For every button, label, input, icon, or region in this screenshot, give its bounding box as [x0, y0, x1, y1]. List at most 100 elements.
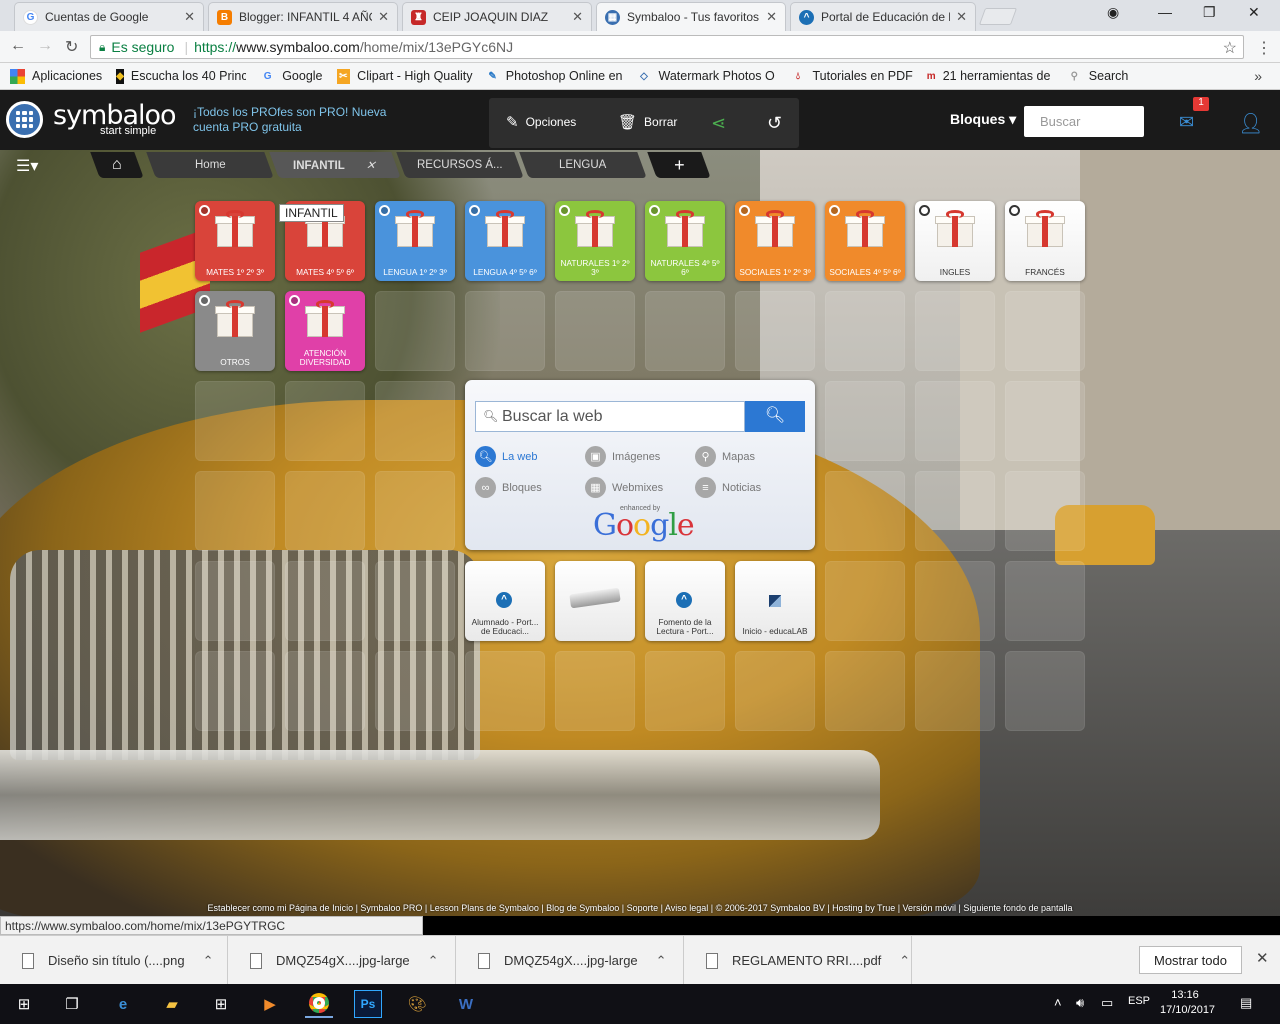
- chevron-up-icon[interactable]: ⌃: [203, 953, 214, 969]
- option-webmixes[interactable]: ▦ Webmixes: [585, 477, 663, 498]
- empty-tile-slot[interactable]: [645, 651, 725, 731]
- empty-tile-slot[interactable]: [285, 561, 365, 641]
- chrome-icon[interactable]: [305, 990, 333, 1018]
- profile-icon[interactable]: ◉: [1107, 4, 1119, 21]
- bookmark-los40[interactable]: ◆ Escucha los 40 Princip: [116, 68, 246, 84]
- tile-fomento-lectura[interactable]: ^ Fomento de la Lectura - Port...: [645, 561, 725, 641]
- empty-tile-slot[interactable]: [1005, 561, 1085, 641]
- delete-button[interactable]: 🗑︎ Borrar: [618, 113, 677, 131]
- empty-tile-slot[interactable]: [285, 471, 365, 551]
- forward-icon[interactable]: →: [37, 37, 53, 55]
- bookmark-google[interactable]: G Google: [260, 69, 323, 84]
- minimize-icon[interactable]: —: [1158, 4, 1172, 20]
- empty-tile-slot[interactable]: [915, 291, 995, 371]
- empty-tile-slot[interactable]: [1005, 651, 1085, 731]
- empty-tile-slot[interactable]: [915, 651, 995, 731]
- option-noticias[interactable]: ≡ Noticias: [695, 477, 761, 498]
- webmix-tile[interactable]: INGLES: [915, 201, 995, 281]
- empty-tile-slot[interactable]: [915, 381, 995, 461]
- search-web-button[interactable]: 🔍︎: [745, 401, 805, 432]
- symbaloo-search-input[interactable]: Buscar: [1024, 106, 1144, 137]
- volume-icon[interactable]: 🔊︎: [1076, 995, 1084, 1011]
- empty-tile-slot[interactable]: [285, 381, 365, 461]
- empty-tile-slot[interactable]: [465, 651, 545, 731]
- share-button[interactable]: ⋖: [711, 113, 733, 134]
- empty-tile-slot[interactable]: [825, 291, 905, 371]
- empty-tile-slot[interactable]: [1005, 291, 1085, 371]
- options-button[interactable]: ✎ Opciones: [506, 113, 576, 131]
- chrome-menu-icon[interactable]: ⋮: [1256, 38, 1272, 58]
- webmix-list-icon[interactable]: ☰▾: [16, 156, 38, 176]
- clock[interactable]: 13:16 17/10/2017: [1160, 988, 1215, 1018]
- user-icon[interactable]: 👤︎: [1238, 111, 1263, 136]
- language-indicator[interactable]: ESP: [1128, 995, 1150, 1007]
- empty-tile-slot[interactable]: [825, 561, 905, 641]
- webmix-tile[interactable]: SOCIALES 4º 5º 6º: [825, 201, 905, 281]
- maximize-icon[interactable]: ❐: [1203, 4, 1216, 21]
- windows-start-icon[interactable]: ⊞: [10, 990, 38, 1018]
- bookmark-star-icon[interactable]: ☆: [1223, 38, 1237, 58]
- word-icon[interactable]: W: [452, 990, 480, 1018]
- download-item[interactable]: Diseño sin título (....png ⌃: [0, 936, 228, 985]
- close-tab-icon[interactable]: ✕: [766, 9, 777, 25]
- webmix-tile[interactable]: OTROS: [195, 291, 275, 371]
- empty-tile-slot[interactable]: [1005, 471, 1085, 551]
- browser-tab[interactable]: ^ Portal de Educación de la ✕: [790, 2, 976, 31]
- empty-tile-slot[interactable]: [195, 471, 275, 551]
- empty-tile-slot[interactable]: [195, 561, 275, 641]
- webmix-tile[interactable]: NATURALES 4º 5º 6º: [645, 201, 725, 281]
- tab-home-icon[interactable]: ⌂: [90, 152, 144, 178]
- webmix-tile[interactable]: MATES 1º 2º 3º: [195, 201, 275, 281]
- bookmark-herramientas[interactable]: m 21 herramientas de v: [927, 69, 1053, 84]
- bookmark-clipart[interactable]: ✂ Clipart - High Quality: [336, 68, 473, 84]
- bookmark-search[interactable]: ⚲ Search: [1067, 69, 1129, 84]
- tab-lengua[interactable]: LENGUA: [519, 152, 647, 178]
- empty-tile-slot[interactable]: [375, 471, 455, 551]
- empty-tile-slot[interactable]: [825, 651, 905, 731]
- empty-tile-slot[interactable]: [285, 651, 365, 731]
- mail-icon[interactable]: ✉: [1179, 112, 1194, 133]
- chevron-up-icon[interactable]: ⌃: [428, 953, 439, 969]
- webmix-tile[interactable]: NATURALES 1º 2º 3º: [555, 201, 635, 281]
- paint-icon[interactable]: 🎨︎: [403, 990, 431, 1018]
- empty-tile-slot[interactable]: [825, 381, 905, 461]
- empty-tile-slot[interactable]: [645, 291, 725, 371]
- undo-button[interactable]: ↺: [767, 113, 789, 134]
- browser-tab[interactable]: B Blogger: INFANTIL 4 AÑO ✕: [208, 2, 398, 31]
- empty-tile-slot[interactable]: [465, 291, 545, 371]
- chevron-up-icon[interactable]: ˄: [1054, 995, 1062, 1010]
- task-view-icon[interactable]: ❐: [58, 990, 86, 1018]
- browser-tab[interactable]: G Cuentas de Google ✕: [14, 2, 204, 31]
- store-icon[interactable]: ⊞: [207, 990, 235, 1018]
- option-bloques[interactable]: ∞ Bloques: [475, 477, 542, 498]
- empty-tile-slot[interactable]: [375, 381, 455, 461]
- tab-infantil[interactable]: INFANTIL ✕: [269, 152, 401, 178]
- action-center-icon[interactable]: ▤: [1240, 995, 1252, 1011]
- tile-usb[interactable]: [555, 561, 635, 641]
- webmix-tile[interactable]: SOCIALES 1º 2º 3º: [735, 201, 815, 281]
- empty-tile-slot[interactable]: [1005, 381, 1085, 461]
- browser-tab-active[interactable]: ▦ Symbaloo - Tus favoritos ✕: [596, 2, 786, 31]
- empty-tile-slot[interactable]: [915, 471, 995, 551]
- media-player-icon[interactable]: ▶: [256, 990, 284, 1018]
- webmix-tile[interactable]: FRANCÉS: [1005, 201, 1085, 281]
- reload-icon[interactable]: ↻: [65, 37, 78, 57]
- add-tab-button[interactable]: +: [647, 152, 711, 178]
- empty-tile-slot[interactable]: [825, 471, 905, 551]
- pro-promo-link[interactable]: ¡Todos los PROfes son PRO! Nueva cuenta …: [193, 105, 393, 135]
- back-icon[interactable]: ←: [10, 37, 26, 55]
- more-bookmarks-icon[interactable]: »: [1254, 68, 1262, 84]
- bookmark-photoshop[interactable]: ✎ Photoshop Online en: [487, 69, 622, 84]
- download-item[interactable]: DMQZ54gX....jpg-large ⌃: [456, 936, 684, 985]
- empty-tile-slot[interactable]: [375, 291, 455, 371]
- footer-links[interactable]: Establecer como mi Página de Inicio | Sy…: [0, 903, 1280, 913]
- empty-tile-slot[interactable]: [735, 291, 815, 371]
- webmix-tile[interactable]: LENGUA 4º 5º 6º: [465, 201, 545, 281]
- bookmark-watermark[interactable]: ◇ Watermark Photos O: [637, 69, 777, 84]
- empty-tile-slot[interactable]: [555, 291, 635, 371]
- close-tab-icon[interactable]: ✕: [956, 9, 967, 25]
- tab-recursos[interactable]: RECURSOS Á...: [396, 152, 524, 178]
- option-mapas[interactable]: ⚲ Mapas: [695, 446, 755, 467]
- file-explorer-icon[interactable]: ▰: [158, 990, 186, 1018]
- bookmark-aplicaciones[interactable]: Aplicaciones: [10, 68, 102, 84]
